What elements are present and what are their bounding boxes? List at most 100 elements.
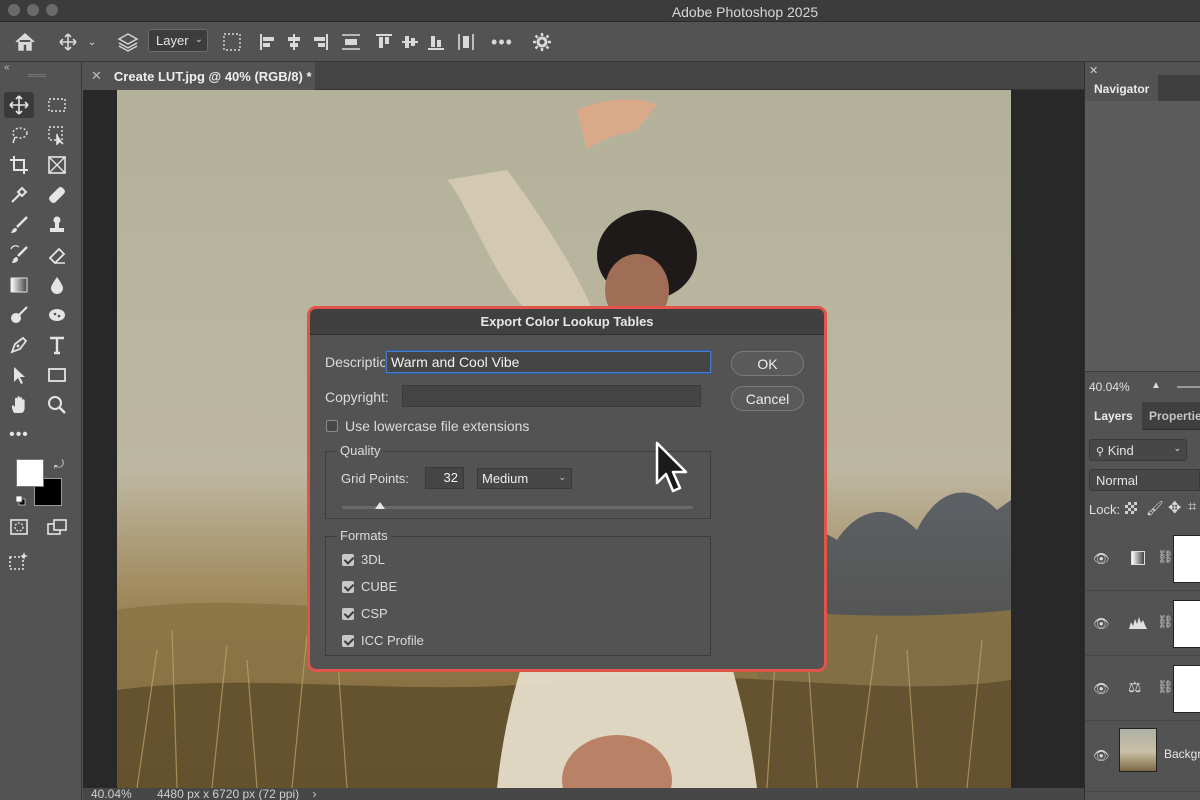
layer-filter-value: Kind [1107,443,1134,458]
layer-row-background[interactable]: 👁︎ Background [1085,722,1200,792]
format-cube-checkbox[interactable] [342,581,354,593]
layer-row-color-balance[interactable]: 👁︎ ⚖︎ ⛓︎ [1085,657,1200,721]
navigator-zoom-value[interactable]: 40.04% [1089,380,1130,394]
panel-grip-icon[interactable] [28,74,46,77]
layer-row-gradient-map[interactable]: 👁︎ ⛓︎ [1085,527,1200,591]
edit-toolbar-icon[interactable]: ••• [4,422,34,448]
cancel-button[interactable]: Cancel [731,386,804,411]
link-icon[interactable]: ⛓︎ [1157,679,1174,695]
grid-points-slider-thumb[interactable] [375,502,385,509]
align-center-h-icon[interactable] [284,30,304,54]
foreground-color-swatch[interactable] [16,459,44,487]
ok-button[interactable]: OK [731,351,804,376]
format-icc-checkbox[interactable] [342,635,354,647]
copyright-input[interactable] [402,385,701,407]
frame-tool-icon[interactable] [42,152,72,178]
eye-icon[interactable]: 👁︎ [1093,616,1110,631]
formats-legend: Formats [337,528,391,543]
document-tab[interactable]: ✕ Create LUT.jpg @ 40% (RGB/8) * [83,62,315,90]
eye-icon[interactable]: 👁︎ [1093,748,1110,763]
swap-colors-icon[interactable]: ⤾ [54,457,64,472]
quality-preset-select[interactable]: Medium ⌄ [477,468,572,489]
generative-fill-icon[interactable] [4,548,34,574]
more-options-icon[interactable]: ••• [490,30,514,54]
layer-row-levels[interactable]: 👁︎ ⛓︎ [1085,592,1200,656]
default-colors-icon[interactable] [15,494,26,506]
grid-points-input[interactable]: 32 [425,467,464,489]
sponge-tool-icon[interactable] [42,302,72,328]
transform-controls-icon[interactable] [220,30,244,54]
close-tab-icon[interactable]: ✕ [91,68,102,84]
chevron-down-icon[interactable]: ⌄ [86,30,98,54]
dialog-title: Export Color Lookup Tables [310,309,824,335]
eye-icon[interactable]: 👁︎ [1093,551,1110,566]
tab-navigator[interactable]: Navigator [1085,75,1159,103]
link-icon[interactable]: ⛓︎ [1157,614,1174,630]
clone-stamp-tool-icon[interactable] [42,212,72,238]
crop-tool-icon[interactable] [4,152,34,178]
lock-position-icon[interactable]: ✥ [1168,498,1181,518]
rectangle-tool-icon[interactable] [42,362,72,388]
gear-icon[interactable] [530,30,554,54]
hand-tool-icon[interactable] [4,392,34,418]
move-tool-icon[interactable] [4,92,34,118]
layer-mask-thumbnail[interactable] [1173,600,1200,648]
eraser-tool-icon[interactable] [42,242,72,268]
auto-select-icon[interactable] [116,30,140,54]
navigator-preview[interactable] [1085,101,1200,371]
brush-tool-icon[interactable] [4,212,34,238]
lock-transparency-icon[interactable] [1125,502,1137,514]
lasso-tool-icon[interactable] [4,122,34,148]
eye-icon[interactable]: 👁︎ [1093,681,1110,696]
blur-tool-icon[interactable] [42,272,72,298]
move-tool-icon[interactable] [58,30,78,54]
tools-panel: « ••• ⤾ [0,62,82,800]
type-tool-icon[interactable] [42,332,72,358]
align-left-icon[interactable] [258,30,278,54]
align-middle-v-icon[interactable] [400,30,420,54]
description-input[interactable]: Warm and Cool Vibe [386,351,711,373]
title-bar: Adobe Photoshop 2025 [0,0,1200,22]
format-3dl-checkbox[interactable] [342,554,354,566]
screen-mode-icon[interactable] [42,514,72,540]
tab-properties[interactable]: Properties [1140,402,1200,430]
layer-mask-thumbnail[interactable] [1173,535,1200,583]
layer-mask-thumbnail[interactable] [1173,665,1200,713]
background-layer-label[interactable]: Background [1164,747,1200,761]
quick-mask-icon[interactable] [4,514,34,540]
lowercase-extensions-checkbox[interactable] [326,420,338,432]
link-icon[interactable]: ⛓︎ [1157,549,1174,565]
align-bottom-icon[interactable] [426,30,446,54]
object-selection-tool-icon[interactable] [42,122,72,148]
format-csp-checkbox[interactable] [342,608,354,620]
lock-artboard-icon[interactable]: ⌗ [1188,498,1196,515]
document-tab-bar: ✕ Create LUT.jpg @ 40% (RGB/8) * [83,62,1084,90]
healing-brush-tool-icon[interactable] [42,182,72,208]
marquee-tool-icon[interactable] [42,92,72,118]
eyedropper-tool-icon[interactable] [4,182,34,208]
gradient-tool-icon[interactable] [4,272,34,298]
home-icon[interactable] [12,30,38,54]
history-brush-tool-icon[interactable] [4,242,34,268]
distribute-horizontal-icon[interactable] [456,30,476,54]
tab-layers[interactable]: Layers [1085,402,1142,430]
status-zoom[interactable]: 40.04% [91,788,132,800]
background-layer-thumbnail[interactable] [1119,728,1157,772]
zoom-tool-icon[interactable] [42,392,72,418]
collapse-panel-icon[interactable]: « [4,62,10,73]
layer-filter-select[interactable]: ⚲ Kind ⌄ [1089,439,1187,461]
dodge-tool-icon[interactable] [4,302,34,328]
align-right-icon[interactable] [310,30,330,54]
align-top-icon[interactable] [374,30,394,54]
blend-mode-select[interactable]: Normal [1089,469,1200,491]
chevron-right-icon[interactable]: › [313,788,317,800]
grid-points-slider-track[interactable] [342,506,693,509]
lock-brush-icon[interactable]: 🖌︎ [1146,500,1164,517]
path-selection-tool-icon[interactable] [4,362,34,388]
layers-tab-bar: Layers Properties [1085,402,1200,430]
pen-tool-icon[interactable] [4,332,34,358]
auto-select-target-dropdown[interactable]: Layer ⌄ [148,29,208,52]
zoom-out-icon[interactable]: ▲ [1151,380,1161,391]
navigator-zoom-slider[interactable] [1177,386,1200,388]
distribute-icon[interactable] [340,30,362,54]
